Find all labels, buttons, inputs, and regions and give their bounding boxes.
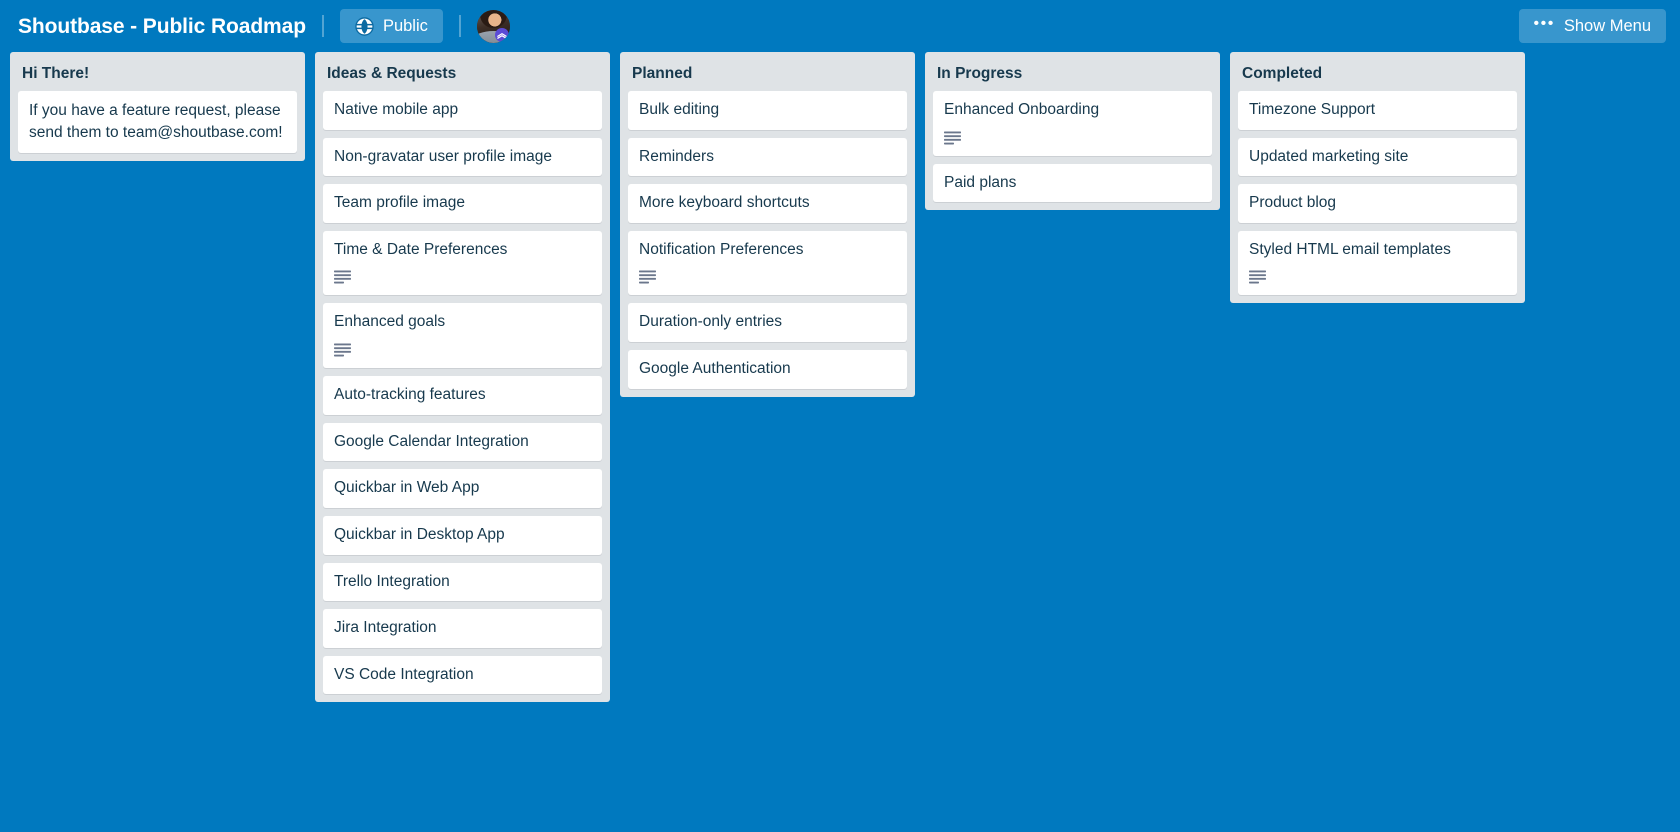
card[interactable]: Paid plans [933,163,1212,203]
list-header-title[interactable]: Completed [1230,52,1525,91]
dots-horizontal-icon: ••• [1533,15,1555,32]
list: Completed Timezone Support Updated marketi… [1230,52,1525,304]
card[interactable]: Google Authentication [628,350,907,389]
board-title: Shoutbase - Public Roadmap [18,14,306,38]
card[interactable]: Product blog [1238,184,1517,223]
card-title: Team profile image [334,194,465,212]
card-badges [334,270,593,286]
list-cards: Native mobile app Non-gravatar user profi… [315,91,610,695]
list: Hi There! If you have a feature request, … [10,52,305,162]
card-title: Bulk editing [639,101,720,119]
board-visibility-button[interactable]: Public [339,9,443,43]
list: Planned Bulk editing Reminders More keyboar… [620,52,915,397]
card-title: Quickbar in Web App [334,479,480,497]
card-title: Enhanced Onboarding [944,101,1100,119]
card[interactable]: Native mobile app [323,91,602,130]
card-badges [944,131,1203,147]
list-cards: Bulk editing Reminders More keyboard short… [620,91,915,389]
avatar-badge-icon [494,27,509,42]
description-icon [944,131,961,145]
card[interactable]: Notification Preferences [628,230,907,296]
card-title: Timezone Support [1249,101,1376,119]
board-header: Shoutbase - Public Roadmap Public ••• Sh… [0,0,1680,52]
list-header-title[interactable]: Hi There! [10,52,305,91]
card[interactable]: Bulk editing [628,91,907,130]
card-title: Trello Integration [334,572,450,590]
description-icon [334,343,351,357]
card-badges [639,270,898,286]
avatar[interactable] [476,9,510,43]
card[interactable]: VS Code Integration [323,655,602,695]
card[interactable]: If you have a feature request, please se… [18,91,297,154]
card-title: Reminders [639,147,714,165]
card-title: Non-gravatar user profile image [334,147,552,165]
card-badges [1249,270,1508,286]
header-divider-2 [458,15,461,37]
card[interactable]: Styled HTML email templates [1238,230,1517,296]
description-icon [334,270,351,284]
card-title: Duration-only entries [639,313,783,331]
list-header-title[interactable]: Ideas & Requests [315,52,610,91]
card[interactable]: More keyboard shortcuts [628,184,907,223]
list-cards: Enhanced Onboarding Paid plans [925,91,1220,203]
show-menu-label: Show Menu [1563,16,1651,35]
card-title: More keyboard shortcuts [639,194,810,212]
card[interactable]: Updated marketing site [1238,137,1517,177]
list-cards: If you have a feature request, please se… [10,91,305,154]
card-title: Paid plans [944,173,1017,191]
card[interactable]: Google Calendar Integration [323,422,602,462]
board-visibility-label: Public [382,16,428,35]
globe-icon [355,16,374,36]
card-title: Styled HTML email templates [1249,240,1451,258]
card[interactable]: Time & Date Preferences [323,230,602,296]
list: In Progress Enhanced Onboarding Paid plans [925,52,1220,211]
show-menu-button[interactable]: ••• Show Menu [1518,9,1666,43]
list-header-title[interactable]: Planned [620,52,915,91]
card[interactable]: Timezone Support [1238,91,1517,130]
card[interactable]: Enhanced Onboarding [933,91,1212,156]
card-title: Native mobile app [334,101,459,119]
card-title: Notification Preferences [639,240,804,258]
card[interactable]: Reminders [628,137,907,177]
card[interactable]: Auto-tracking features [323,376,602,415]
card-title: If you have a feature request, please se… [29,102,283,142]
card[interactable]: Enhanced goals [323,303,602,369]
header-divider-1 [321,15,324,37]
description-icon [639,270,656,284]
description-icon [1249,270,1266,284]
board-canvas: Hi There! If you have a feature request, … [0,52,1680,832]
card[interactable]: Jira Integration [323,609,602,648]
card[interactable]: Duration-only entries [628,303,907,343]
card-title: Jira Integration [334,619,437,637]
card-title: Google Authentication [639,360,791,378]
list-header-title[interactable]: In Progress [925,52,1220,91]
card-title: Quickbar in Desktop App [334,525,505,543]
card-title: Product blog [1249,194,1337,212]
card-title: VS Code Integration [334,665,474,683]
card[interactable]: Non-gravatar user profile image [323,137,602,177]
card-title: Enhanced goals [334,313,446,331]
list-cards: Timezone Support Updated marketing site Pr… [1230,91,1525,296]
card[interactable]: Quickbar in Desktop App [323,515,602,555]
list: Ideas & Requests Native mobile app Non-gra… [315,52,610,703]
card-title: Updated marketing site [1249,147,1409,165]
card-badges [334,343,593,359]
card-title: Time & Date Preferences [334,240,508,258]
card-title: Auto-tracking features [334,386,486,404]
card[interactable]: Trello Integration [323,562,602,602]
card[interactable]: Quickbar in Web App [323,469,602,508]
card-title: Google Calendar Integration [334,432,529,450]
card[interactable]: Team profile image [323,184,602,223]
